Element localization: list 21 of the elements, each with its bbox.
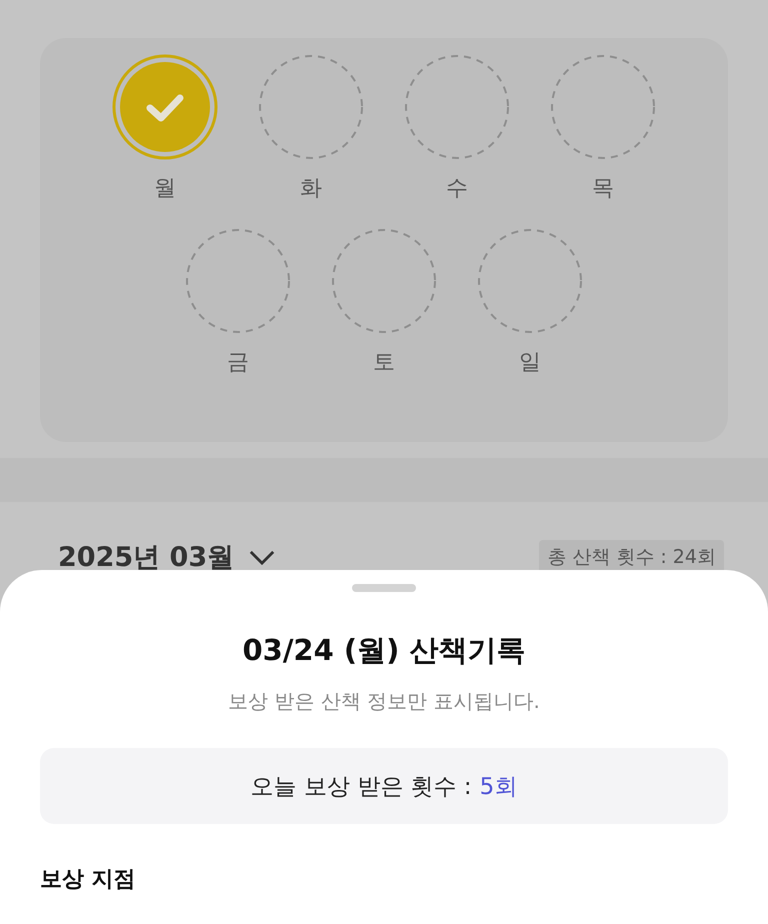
section-title: 보상 지점 xyxy=(40,866,136,894)
day-label: 일 xyxy=(519,350,541,376)
reward-count-value: 5회 xyxy=(480,772,518,802)
reward-count-label: 오늘 보상 받은 횟수 : xyxy=(250,772,472,802)
empty-circle[interactable] xyxy=(258,54,364,160)
sheet-subtitle: 보상 받은 산책 정보만 표시됩니다. xyxy=(228,688,540,714)
drag-handle[interactable] xyxy=(352,584,416,592)
day-label: 토 xyxy=(373,350,395,376)
day-label: 금 xyxy=(227,350,249,376)
empty-circle[interactable] xyxy=(404,54,510,160)
chevron-down-icon xyxy=(248,548,276,566)
sheet-title: 03/24 (월) 산책기록 xyxy=(242,632,526,668)
day-label: 수 xyxy=(446,176,468,202)
empty-circle[interactable] xyxy=(331,228,437,334)
empty-circle[interactable] xyxy=(550,54,656,160)
check-icon[interactable] xyxy=(112,54,218,160)
day-label: 월 xyxy=(154,176,176,202)
empty-circle[interactable] xyxy=(185,228,291,334)
day-label: 화 xyxy=(300,176,322,202)
day-label: 목 xyxy=(592,176,614,202)
empty-circle[interactable] xyxy=(477,228,583,334)
